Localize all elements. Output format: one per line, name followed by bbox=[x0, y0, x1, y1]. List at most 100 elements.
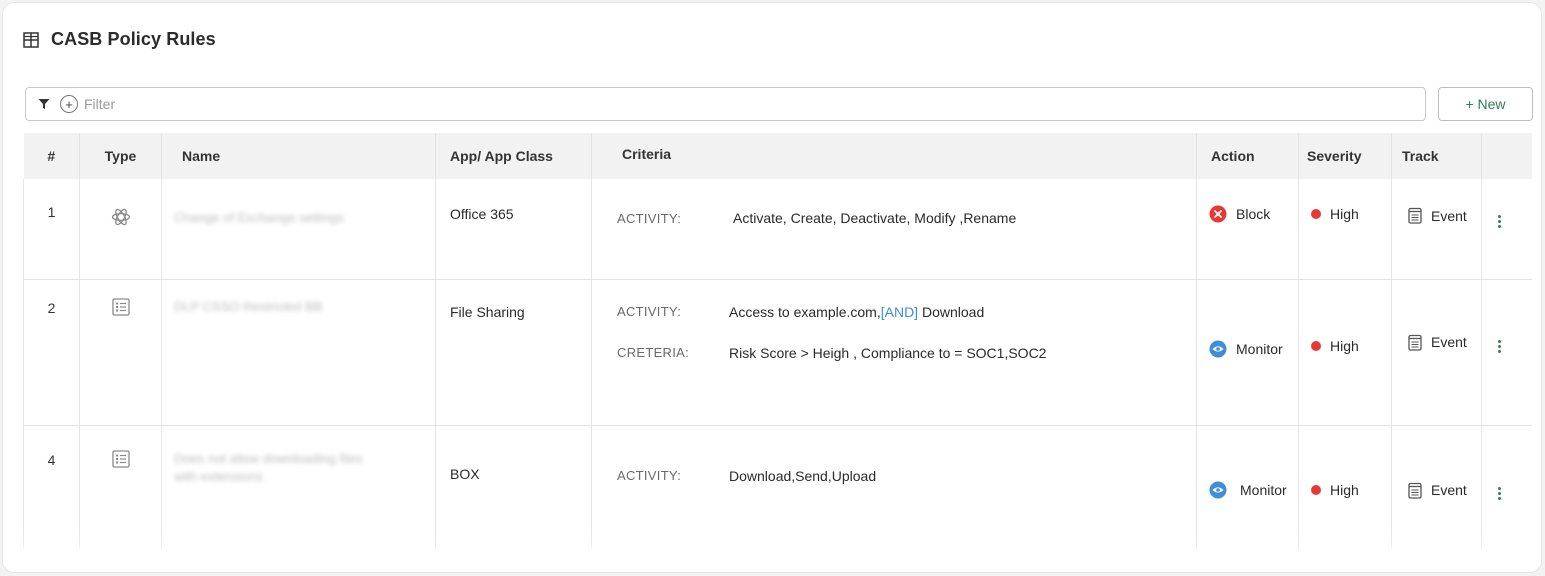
action-label: Monitor bbox=[1240, 481, 1287, 498]
filter-input[interactable] bbox=[84, 96, 484, 112]
event-log-icon bbox=[1408, 207, 1422, 224]
track-indicator: Event bbox=[1408, 207, 1467, 224]
type-cell bbox=[79, 179, 162, 280]
criteria-value-part: Download bbox=[918, 303, 985, 320]
criteria-line: ACTIVITY: Access to example.com,[AND] Do… bbox=[617, 302, 1196, 322]
row-menu-cell bbox=[1481, 279, 1532, 426]
list-document-icon bbox=[111, 449, 130, 468]
severity-indicator: High bbox=[1311, 206, 1359, 222]
column-header-track[interactable]: Track bbox=[1391, 133, 1482, 179]
name-cell: Change of Exchange settings bbox=[161, 179, 436, 280]
action-cell: Monitor bbox=[1196, 279, 1299, 426]
table-row[interactable]: 4 Does not allow downloading files with … bbox=[23, 425, 1532, 549]
column-header-app[interactable]: App/ App Class bbox=[435, 133, 592, 179]
more-options-icon[interactable] bbox=[1498, 215, 1502, 228]
plus-circle-icon[interactable]: + bbox=[60, 95, 78, 113]
criteria-cell: ACTIVITY: Download,Send,Upload bbox=[591, 425, 1197, 549]
type-cell bbox=[79, 279, 162, 426]
criteria-key: ACTIVITY: bbox=[617, 468, 682, 483]
app-cell: File Sharing bbox=[435, 279, 592, 426]
rule-name[interactable]: Change of Exchange settings bbox=[174, 209, 435, 227]
action-cell: Monitor bbox=[1196, 425, 1299, 549]
action-block[interactable]: Block bbox=[1209, 205, 1270, 223]
name-cell: Does not allow downloading files with ex… bbox=[161, 425, 436, 549]
action-label: Block bbox=[1236, 206, 1271, 222]
criteria-key: ACTIVITY: bbox=[617, 304, 682, 319]
criteria-cell: ACTIVITY: Access to example.com,[AND] Do… bbox=[591, 279, 1197, 426]
page-title: CASB Policy Rules bbox=[51, 29, 216, 49]
row-menu-cell bbox=[1482, 425, 1532, 549]
track-cell: Event bbox=[1391, 279, 1482, 426]
eye-circle-icon bbox=[1209, 340, 1227, 357]
more-options-icon[interactable] bbox=[1498, 486, 1502, 500]
severity-cell: High bbox=[1298, 279, 1392, 426]
criteria-line: ACTIVITY: Download,Send,Upload bbox=[617, 466, 1196, 486]
severity-cell: High bbox=[1298, 425, 1392, 549]
action-monitor[interactable]: Monitor bbox=[1209, 481, 1287, 499]
criteria-cell: ACTIVITY: Activate, Create, Deactivate, … bbox=[591, 179, 1197, 280]
rule-name[interactable]: with extensions bbox=[174, 468, 435, 486]
severity-indicator: High bbox=[1311, 338, 1359, 354]
rule-name[interactable]: DLP CSSO Restricted BB bbox=[174, 298, 435, 316]
severity-label: High bbox=[1330, 481, 1359, 498]
severity-label: High bbox=[1330, 337, 1359, 354]
page-header: CASB Policy Rules bbox=[23, 29, 216, 50]
track-cell: Event bbox=[1391, 179, 1482, 280]
event-log-icon bbox=[1408, 334, 1422, 351]
table-row[interactable]: 2 DLP CSSO Restricted BB File Sharing AC… bbox=[23, 279, 1532, 426]
policy-rules-table: # Type Name App/ App Class Criteria Acti… bbox=[23, 133, 1532, 549]
app-cell: Office 365 bbox=[435, 179, 592, 280]
funnel-icon[interactable] bbox=[38, 98, 50, 110]
action-cell: Block bbox=[1196, 179, 1299, 280]
name-cell: DLP CSSO Restricted BB bbox=[161, 279, 436, 426]
criteria-line: ACTIVITY: Activate, Create, Deactivate, … bbox=[617, 208, 1196, 228]
action-monitor[interactable]: Monitor bbox=[1209, 340, 1283, 358]
criteria-line: CRETERIA: Risk Score > Heigh , Complianc… bbox=[617, 343, 1196, 363]
row-number: 2 bbox=[23, 279, 80, 426]
severity-cell: High bbox=[1298, 179, 1392, 280]
severity-dot-icon bbox=[1311, 209, 1321, 219]
severity-label: High bbox=[1330, 206, 1359, 222]
table-header-row: # Type Name App/ App Class Criteria Acti… bbox=[23, 133, 1532, 179]
track-label: Event bbox=[1431, 334, 1467, 350]
severity-dot-icon bbox=[1311, 484, 1321, 495]
severity-dot-icon bbox=[1311, 340, 1321, 351]
list-document-icon bbox=[111, 297, 130, 316]
rule-name[interactable]: Does not allow downloading files bbox=[174, 450, 435, 468]
action-label: Monitor bbox=[1236, 340, 1283, 357]
event-log-icon bbox=[1408, 482, 1422, 499]
column-header-number[interactable]: # bbox=[23, 133, 80, 179]
criteria-value: Download,Send,Upload bbox=[729, 467, 877, 484]
casb-policy-card: CASB Policy Rules + + New # Type Name Ap… bbox=[2, 2, 1542, 573]
filter-bar[interactable]: + bbox=[25, 87, 1426, 121]
column-header-name[interactable]: Name bbox=[161, 133, 436, 179]
criteria-key: CRETERIA: bbox=[617, 345, 690, 360]
criteria-value: Risk Score > Heigh , Compliance to = SOC… bbox=[729, 344, 1047, 361]
track-label: Event bbox=[1431, 482, 1467, 498]
track-label: Event bbox=[1431, 207, 1467, 224]
severity-indicator: High bbox=[1311, 482, 1359, 498]
criteria-key: ACTIVITY: bbox=[617, 210, 682, 226]
eye-circle-icon bbox=[1209, 481, 1227, 498]
more-options-icon[interactable] bbox=[1498, 339, 1502, 353]
column-header-type[interactable]: Type bbox=[79, 133, 162, 179]
row-number: 4 bbox=[23, 425, 80, 549]
and-operator[interactable]: [AND] bbox=[881, 304, 918, 320]
type-cell bbox=[79, 425, 162, 549]
row-menu-cell bbox=[1481, 179, 1532, 280]
criteria-value: Access to example.com,[AND] Download bbox=[729, 304, 984, 320]
table-row[interactable]: 1 Change of Exchange settings Office 365… bbox=[23, 179, 1532, 280]
column-header-criteria[interactable]: Criteria bbox=[591, 133, 1197, 179]
column-header-action[interactable]: Action bbox=[1196, 133, 1299, 179]
column-header-actions bbox=[1481, 133, 1532, 179]
app-cell: BOX bbox=[435, 425, 592, 549]
column-header-severity[interactable]: Severity bbox=[1298, 133, 1392, 179]
track-indicator: Event bbox=[1408, 482, 1467, 499]
grid-table-icon bbox=[23, 31, 39, 48]
new-rule-button[interactable]: + New bbox=[1438, 87, 1533, 121]
block-x-circle-icon bbox=[1209, 205, 1227, 223]
criteria-value-part: Access to example.com, bbox=[729, 303, 881, 320]
track-cell: Event bbox=[1391, 425, 1482, 549]
row-number: 1 bbox=[23, 179, 80, 280]
track-indicator: Event bbox=[1408, 334, 1467, 351]
